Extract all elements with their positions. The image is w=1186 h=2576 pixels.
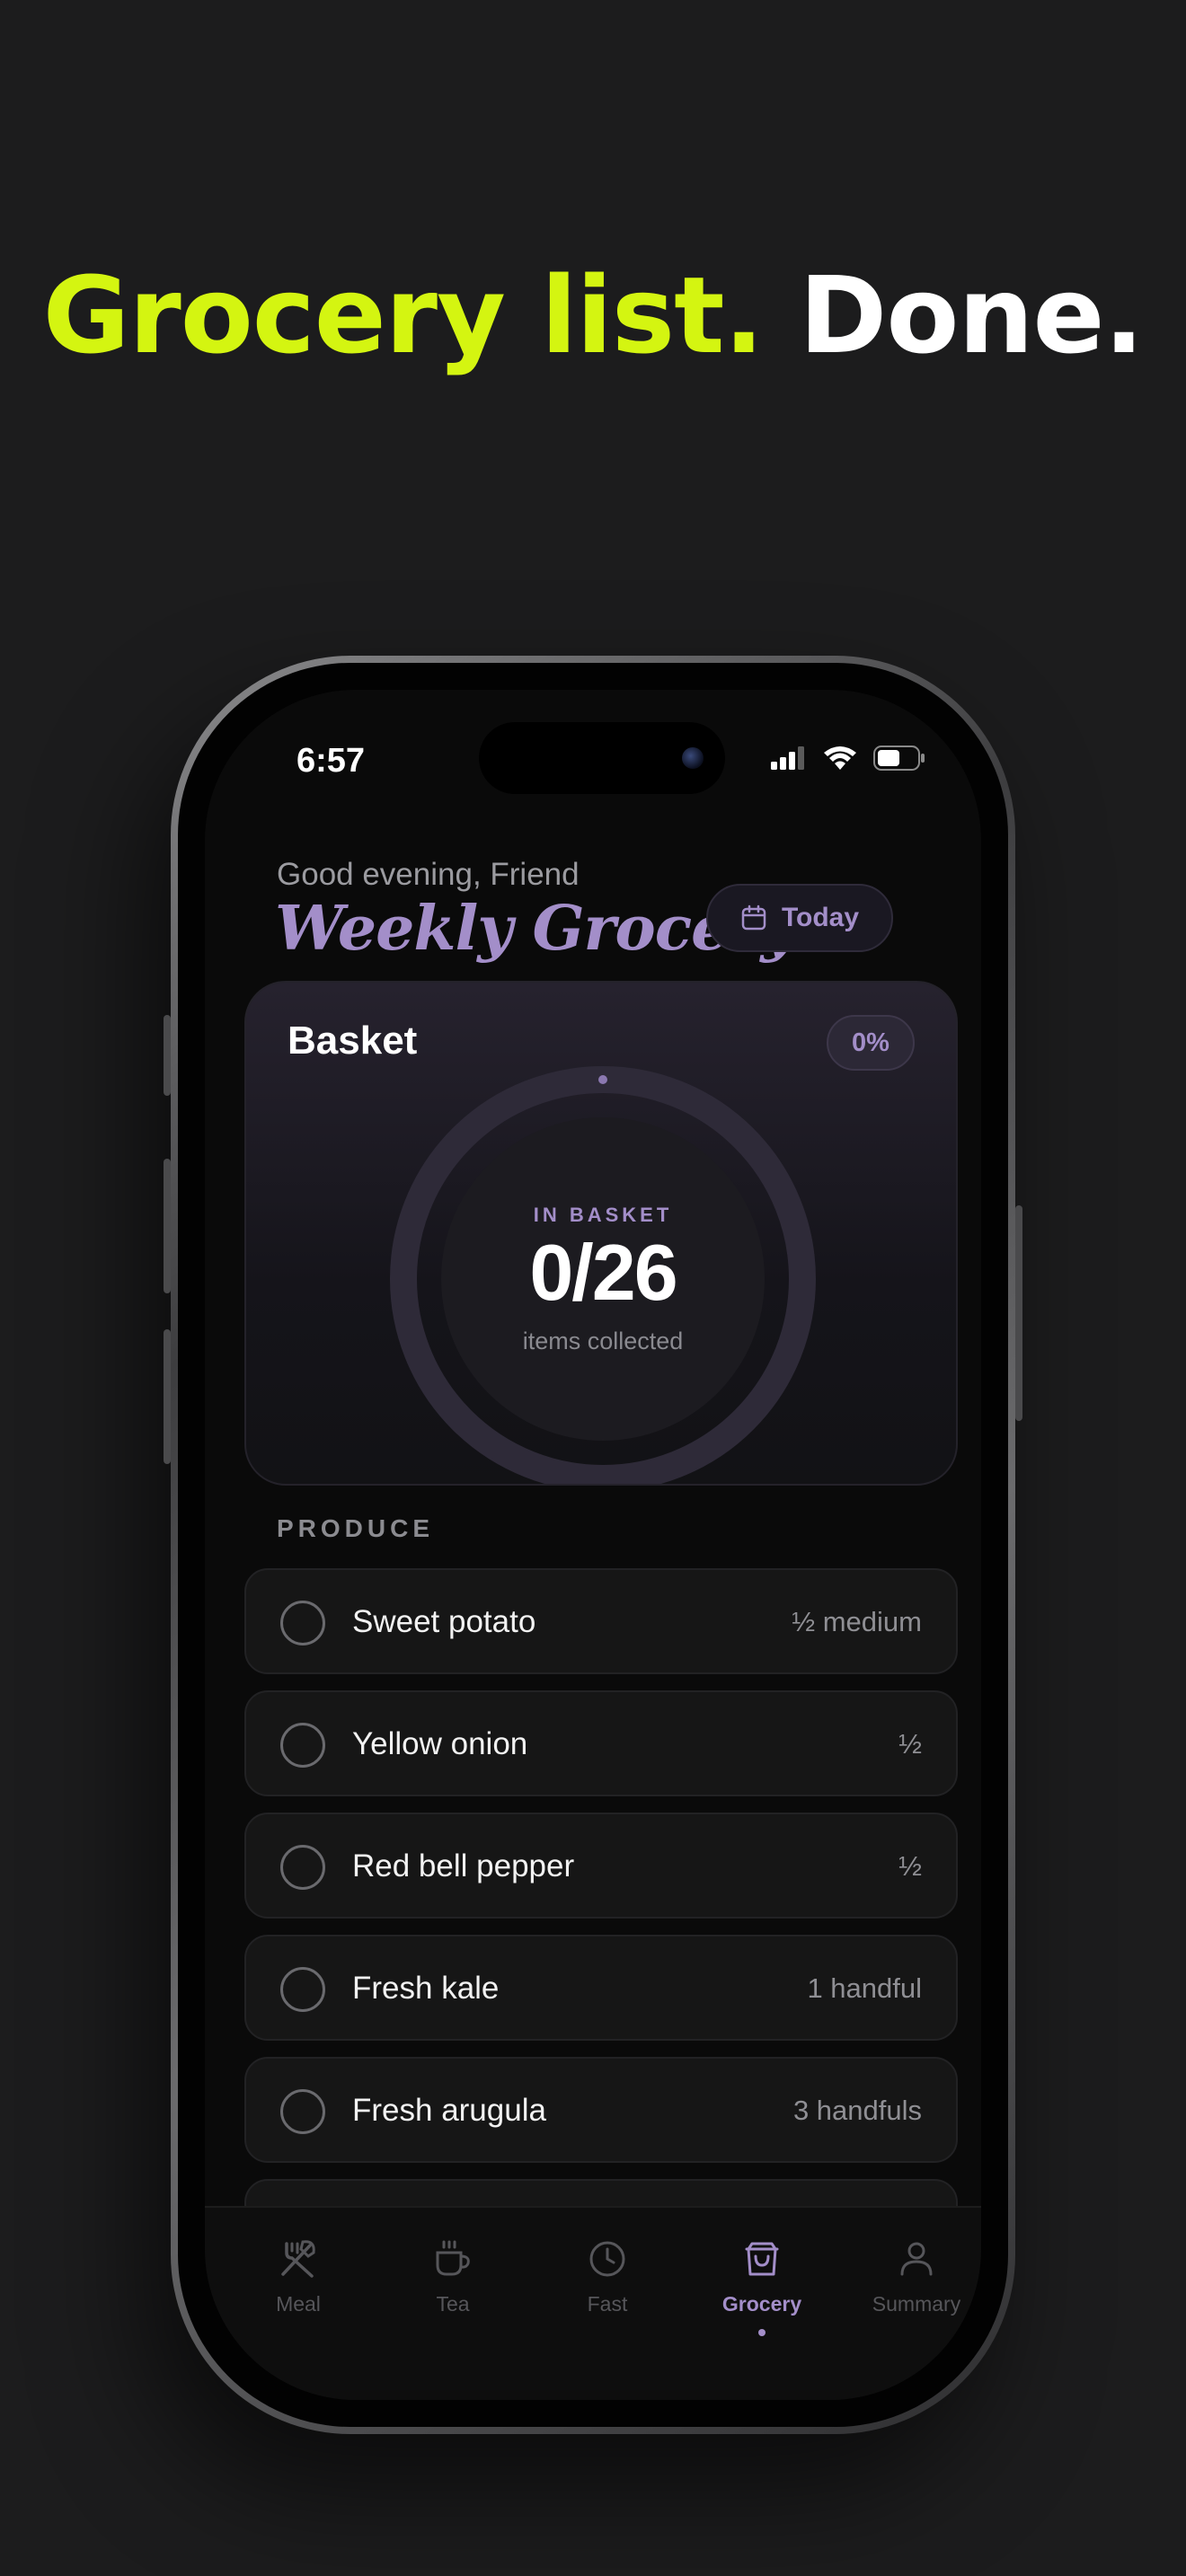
list-item[interactable]: Yellow onion ½	[244, 1690, 958, 1796]
person-icon	[900, 2242, 933, 2276]
action-button	[164, 1015, 171, 1096]
basket-count: 0/26	[529, 1228, 677, 1317]
wifi-icon	[824, 746, 856, 770]
cup-icon	[436, 2240, 470, 2276]
volume-down-button	[164, 1329, 171, 1464]
list-item[interactable]: Fresh kale 1 handful	[244, 1935, 958, 2041]
basket-subtitle: items collected	[522, 1328, 684, 1354]
list-item[interactable]: Red bell pepper ½	[244, 1813, 958, 1919]
today-button-label: Today	[781, 903, 860, 932]
shopping-bag-icon	[745, 2242, 779, 2276]
tab-meal[interactable]: Meal	[221, 2208, 376, 2342]
battery-icon	[873, 745, 925, 771]
tab-label: Fast	[587, 2292, 628, 2316]
progress-ring-start-dot	[598, 1075, 607, 1084]
camera-icon	[682, 747, 704, 769]
item-checkbox[interactable]	[280, 1601, 325, 1645]
clock-icon	[589, 2241, 625, 2277]
item-quantity: ½ medium	[792, 1606, 922, 1637]
app-screen: 6:57 Good evening, Friend Weekly Grocery…	[205, 690, 981, 2400]
list-item[interactable]: Sweet potato ½ medium	[244, 1568, 958, 1674]
marketing-headline: Grocery list. Done.	[0, 257, 1186, 374]
item-checkbox[interactable]	[280, 2089, 325, 2134]
section-label-produce: PRODUCE	[277, 1514, 435, 1542]
phone-frame: 6:57 Good evening, Friend Weekly Grocery…	[164, 656, 1022, 2434]
status-time: 6:57	[296, 742, 366, 780]
item-name: Fresh arugula	[352, 2093, 546, 2128]
phone-bezel: 6:57 Good evening, Friend Weekly Grocery…	[178, 663, 1008, 2427]
greeting-text: Good evening, Friend	[277, 857, 580, 892]
item-quantity: 1 handful	[807, 1972, 922, 2004]
fork-knife-icon	[281, 2240, 315, 2278]
list-item[interactable]: Fresh arugula 3 handfuls	[244, 2057, 958, 2163]
basket-card: Basket 0% IN BASKET 0/26 items collected	[244, 981, 958, 1486]
item-name: Sweet potato	[352, 1604, 536, 1639]
power-button	[1015, 1205, 1022, 1421]
tab-bar: Meal Tea Fast Grocery Summary	[205, 2206, 981, 2400]
item-name: Fresh kale	[352, 1971, 500, 2006]
basket-kicker: IN BASKET	[533, 1204, 673, 1226]
today-button[interactable]: Today	[706, 884, 893, 952]
tab-fast[interactable]: Fast	[530, 2208, 685, 2342]
item-quantity: ½	[898, 1728, 922, 1760]
tab-label: Grocery	[721, 2292, 802, 2316]
calendar-icon	[741, 904, 766, 931]
tab-summary[interactable]: Summary	[839, 2208, 981, 2342]
tab-label: Tea	[436, 2292, 470, 2316]
tab-tea[interactable]: Tea	[376, 2208, 530, 2342]
item-checkbox[interactable]	[280, 1967, 325, 2012]
tab-grocery[interactable]: Grocery	[685, 2208, 839, 2342]
signal-icon	[771, 746, 804, 770]
status-icons	[771, 745, 925, 771]
item-quantity: 3 handfuls	[792, 2095, 922, 2126]
item-checkbox[interactable]	[280, 1845, 325, 1890]
tab-label: Meal	[276, 2292, 321, 2316]
tab-label: Summary	[872, 2292, 961, 2316]
headline-accent: Grocery list.	[42, 253, 765, 377]
item-quantity: ½	[898, 1850, 922, 1882]
item-name: Red bell pepper	[352, 1848, 575, 1883]
dynamic-island	[479, 722, 725, 794]
headline-rest: Done.	[799, 253, 1144, 377]
volume-up-button	[164, 1159, 171, 1293]
item-checkbox[interactable]	[280, 1723, 325, 1768]
active-tab-indicator	[758, 2329, 766, 2336]
item-name: Yellow onion	[352, 1726, 528, 1761]
